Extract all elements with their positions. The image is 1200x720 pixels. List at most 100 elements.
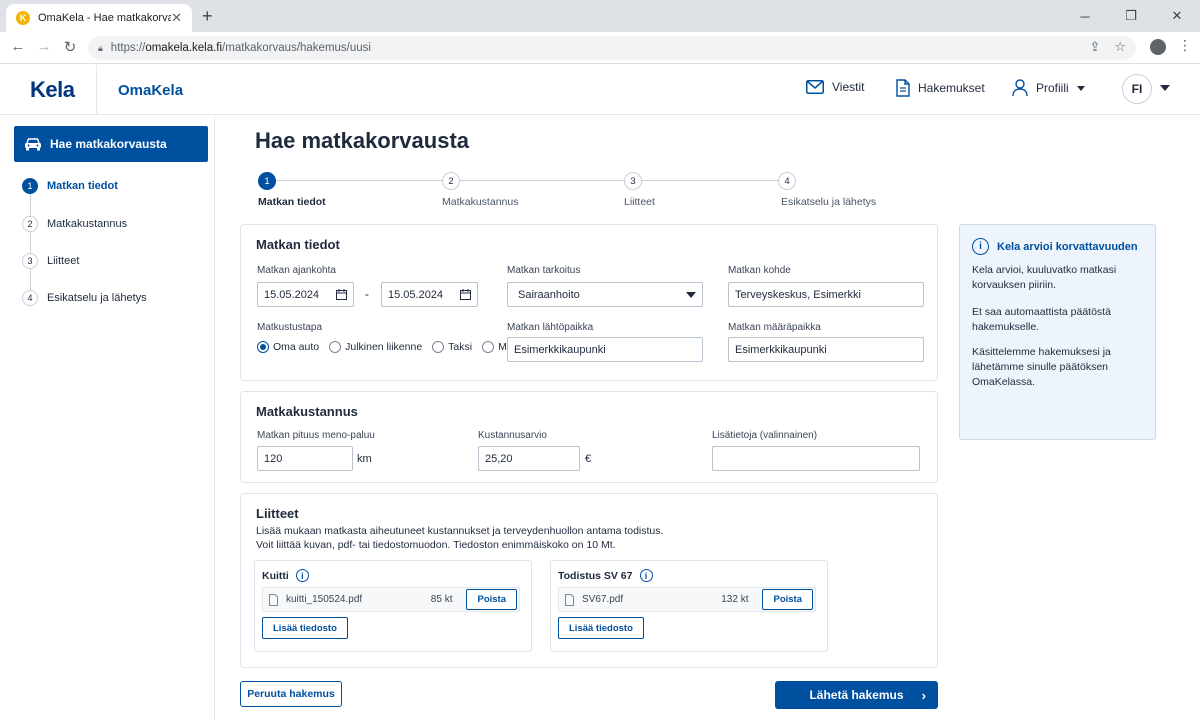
date-to-input[interactable]: 15.05.2024	[381, 282, 478, 307]
trip-details-card: Matkan tiedot Matkan ajankohta 15.05.202…	[240, 224, 938, 381]
kela-logo[interactable]: Kela	[30, 77, 75, 103]
progress-step-label: Matkan tiedot	[258, 196, 326, 208]
date-separator: -	[365, 287, 369, 301]
user-icon	[1012, 79, 1028, 97]
progress-step-number: 4	[778, 172, 796, 190]
progress-step-preview[interactable]: 4 Esikatselu ja lähetys	[778, 172, 876, 208]
back-icon[interactable]: ←	[8, 38, 28, 55]
language-caret-icon[interactable]	[1160, 85, 1170, 91]
omakela-brand[interactable]: OmaKela	[118, 82, 183, 99]
progress-step-trip[interactable]: 1 Matkan tiedot	[258, 172, 326, 208]
travel-mode-label: Matkustustapa	[257, 322, 323, 333]
destination-label: Matkan kohde	[728, 265, 791, 276]
sidebar-step-preview[interactable]: 4 Esikatselu ja lähetys	[22, 290, 147, 306]
remove-file-button[interactable]: Poista	[762, 589, 813, 610]
add-file-button[interactable]: Lisää tiedosto	[558, 617, 644, 639]
dest-place-value: Esimerkkikaupunki	[735, 343, 827, 356]
browser-tabbar: K OmaKela - Hae matkakorvausta ✕ + ─ ❐ ✕	[0, 0, 1200, 32]
browser-profile-icon[interactable]	[1150, 39, 1166, 55]
attachments-heading: Liitteet	[256, 506, 299, 521]
browser-tab[interactable]: K OmaKela - Hae matkakorvausta ✕	[6, 4, 192, 32]
attachment-group-receipt: Kuitti i kuitti_150524.pdf 85 kt Poista …	[254, 560, 532, 652]
info-icon[interactable]: i	[639, 569, 653, 582]
attachments-card: Liitteet Lisää mukaan matkasta aiheutune…	[240, 493, 938, 668]
progress-step-attachments[interactable]: 3 Liitteet	[624, 172, 655, 208]
sidebar-step-trip[interactable]: 1 Matkan tiedot	[22, 178, 118, 194]
submit-label: Lähetä hakemus	[809, 688, 904, 702]
attachment-file-row: SV67.pdf 132 kt Poista	[558, 587, 816, 612]
sidebar-step-label: Matkakustannus	[47, 218, 128, 230]
attachment-group-header: Todistus SV 67 i	[558, 569, 653, 582]
restore-icon[interactable]: ❐	[1108, 0, 1154, 32]
forward-icon[interactable]: →	[34, 38, 54, 55]
remove-file-button[interactable]: Poista	[466, 589, 517, 610]
origin-value: Esimerkkikaupunki	[514, 343, 606, 356]
reload-icon[interactable]: ↻	[60, 38, 80, 56]
language-button[interactable]: FI	[1122, 74, 1152, 104]
browser-menu-icon[interactable]: ⋮	[1178, 37, 1192, 54]
address-bar[interactable]: 🔒︎ https://omakela.kela.fi/matkakorvaus/…	[88, 36, 1136, 60]
travel-mode-radio-public[interactable]: Julkinen liikenne	[329, 341, 422, 353]
info-icon[interactable]: i	[295, 569, 309, 582]
info-icon: i	[972, 238, 989, 255]
file-icon	[565, 593, 574, 606]
window-close-icon[interactable]: ✕	[1154, 0, 1200, 32]
dest-place-input[interactable]: Esimerkkikaupunki	[728, 337, 924, 362]
progress-step-cost[interactable]: 2 Matkakustannus	[442, 172, 518, 208]
progress-step-label: Liitteet	[624, 196, 655, 208]
origin-input[interactable]: Esimerkkikaupunki	[507, 337, 703, 362]
travel-mode-radio-own-car[interactable]: Oma auto	[257, 341, 319, 353]
purpose-select[interactable]: Sairaanhoito	[507, 282, 703, 307]
minimize-icon[interactable]: ─	[1062, 0, 1108, 32]
estimate-label: Kustannusarvio	[478, 430, 547, 441]
progress-line	[642, 180, 778, 181]
progress-step-label: Matkakustannus	[442, 196, 519, 208]
info-panel-header: i Kela arvioi korvattavuuden	[972, 238, 1138, 255]
distance-value: 120	[264, 452, 283, 465]
distance-unit: km	[357, 453, 372, 465]
page-title: Hae matkakorvausta	[255, 128, 470, 153]
radio-unchecked-icon	[432, 341, 445, 353]
progress-step-label: Esikatselu ja lähetys	[781, 196, 877, 208]
sidebar-apply-travel-button[interactable]: Hae matkakorvausta	[14, 126, 208, 162]
nav-profile[interactable]: Profiili	[1012, 79, 1085, 97]
nav-messages[interactable]: Viestit	[806, 80, 864, 94]
sidebar-step-attachments[interactable]: 3 Liitteet	[22, 253, 79, 269]
info-panel: i Kela arvioi korvattavuuden Kela arvioi…	[959, 224, 1156, 440]
travel-mode-radio-taxi[interactable]: Taksi	[432, 341, 472, 353]
bookmark-star-icon[interactable]: ☆	[1114, 39, 1126, 55]
envelope-icon	[806, 80, 824, 94]
sidebar-step-cost[interactable]: 2 Matkakustannus	[22, 216, 127, 232]
sidebar-step-number: 1	[22, 178, 38, 194]
nav-applications[interactable]: Hakemukset	[896, 79, 985, 97]
calendar-icon[interactable]	[336, 289, 347, 300]
calendar-icon[interactable]	[460, 289, 471, 300]
date-label: Matkan ajankohta	[257, 265, 336, 276]
attachment-file-row: kuitti_150524.pdf 85 kt Poista	[262, 587, 520, 612]
destination-input[interactable]: Terveyskeskus, Esimerkki	[728, 282, 924, 307]
date-to-value: 15.05.2024	[388, 288, 444, 301]
extra-info-input[interactable]	[712, 446, 920, 471]
new-tab-icon[interactable]: +	[202, 6, 213, 27]
tab-close-icon[interactable]: ✕	[171, 10, 182, 26]
radio-unchecked-icon	[482, 341, 495, 353]
add-file-button[interactable]: Lisää tiedosto	[262, 617, 348, 639]
share-icon[interactable]: ⇪	[1089, 39, 1100, 55]
progress-line	[276, 180, 442, 181]
header-divider	[96, 65, 97, 115]
destination-value: Terveyskeskus, Esimerkki	[735, 288, 861, 301]
progress-line	[460, 180, 624, 181]
cost-heading: Matkakustannus	[256, 404, 358, 419]
file-icon	[269, 593, 278, 606]
date-from-input[interactable]: 15.05.2024	[257, 282, 354, 307]
document-icon	[896, 79, 910, 97]
kela-favicon-icon: K	[16, 11, 30, 25]
distance-input[interactable]: 120	[257, 446, 353, 471]
attachment-file-name: SV67.pdf	[582, 594, 624, 605]
estimate-input[interactable]: 25,20	[478, 446, 580, 471]
cancel-application-button[interactable]: Peruuta hakemus	[240, 681, 342, 707]
tab-title: OmaKela - Hae matkakorvausta	[38, 12, 172, 24]
estimate-unit: €	[585, 453, 592, 465]
submit-application-button[interactable]: Lähetä hakemus ›	[775, 681, 938, 709]
radio-unchecked-icon	[329, 341, 342, 353]
